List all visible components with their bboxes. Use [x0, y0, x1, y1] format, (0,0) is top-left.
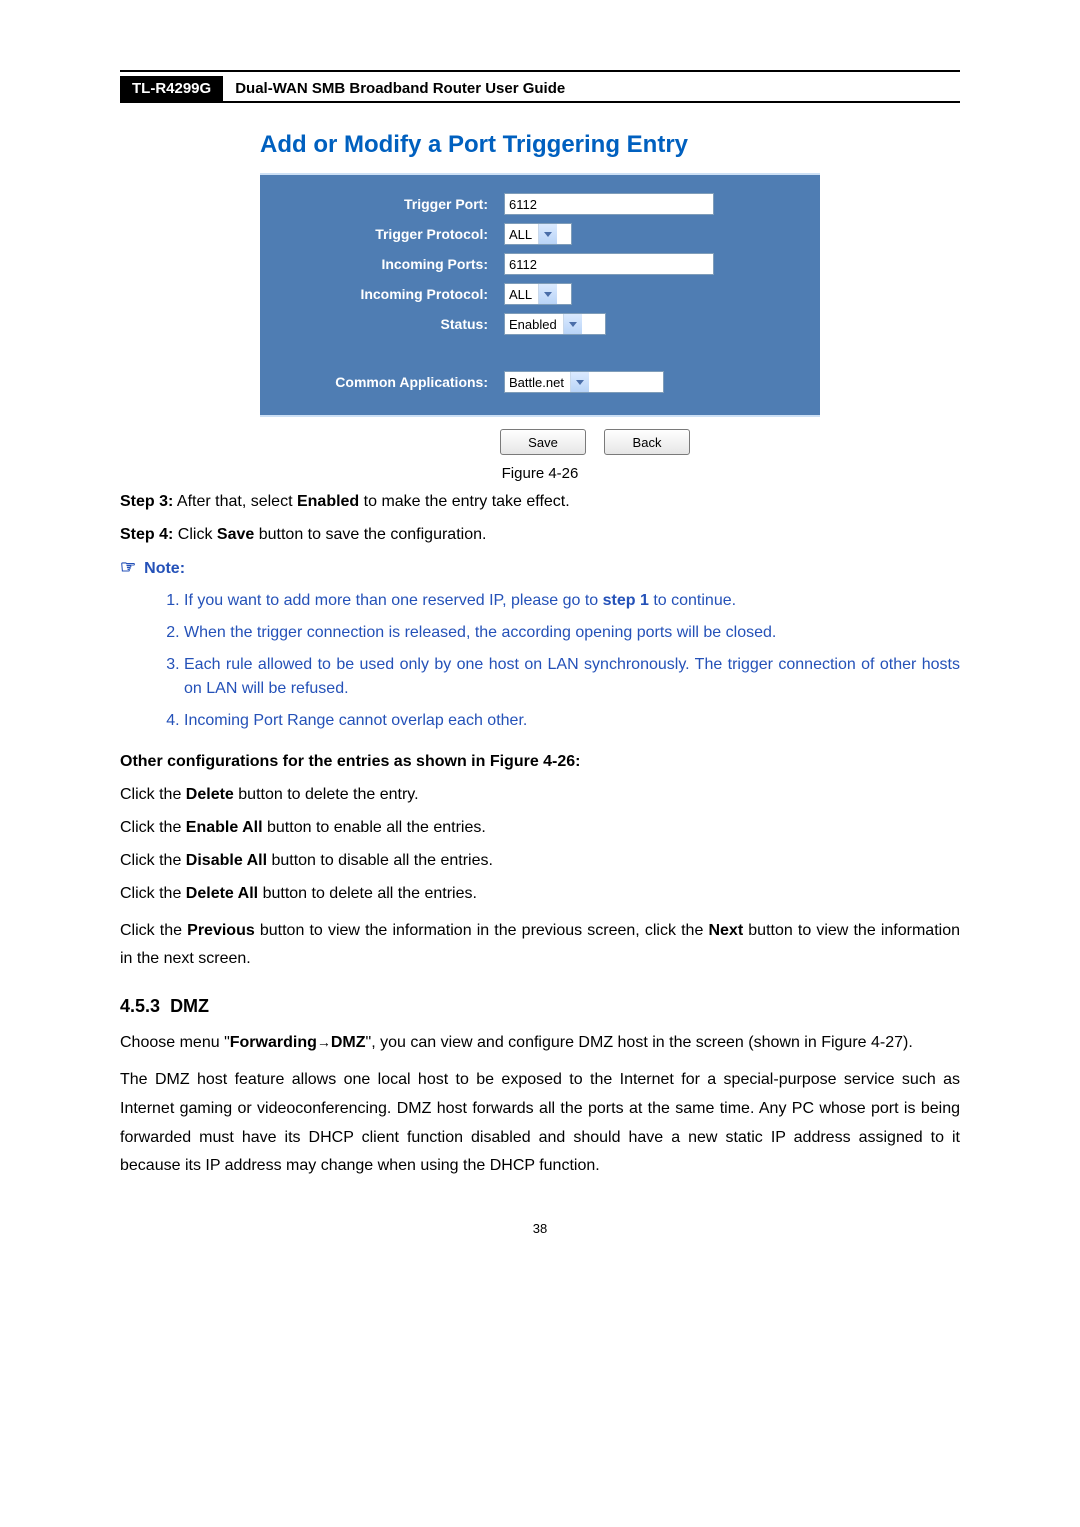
step3-text-b: to make the entry take effect.: [359, 493, 569, 510]
step4-text-b: button to save the configuration.: [254, 526, 486, 543]
header-title: Dual-WAN SMB Broadband Router User Guide: [223, 76, 577, 101]
incoming-protocol-label: Incoming Protocol:: [278, 286, 504, 302]
chevron-down-icon: [570, 372, 589, 392]
chevron-down-icon: [538, 224, 557, 244]
back-button[interactable]: Back: [604, 429, 690, 455]
common-apps-label: Common Applications:: [278, 374, 504, 390]
step3-bold: Enabled: [297, 493, 359, 510]
trigger-protocol-label: Trigger Protocol:: [278, 226, 504, 242]
header-top-rule: [120, 70, 960, 72]
screenshot-button-bar: Save Back: [260, 429, 820, 455]
incoming-ports-input[interactable]: [504, 253, 714, 275]
header-bar: TL-R4299G Dual-WAN SMB Broadband Router …: [120, 76, 960, 103]
trigger-port-label: Trigger Port:: [278, 196, 504, 212]
section-para-2: The DMZ host feature allows one local ho…: [120, 1066, 960, 1181]
other-config-heading: Other configurations for the entries as …: [120, 753, 960, 771]
page-number: 38: [120, 1221, 960, 1236]
step4-label: Step 4:: [120, 526, 173, 543]
note-label: Note:: [144, 560, 185, 578]
figure-caption: Figure 4-26: [120, 465, 960, 482]
screenshot-form: Trigger Port: Trigger Protocol: ALL Inco…: [260, 173, 820, 417]
status-select[interactable]: Enabled: [504, 313, 606, 335]
section-title: DMZ: [170, 996, 209, 1016]
section-number: 4.5.3: [120, 996, 160, 1016]
step3-text-a: After that, select: [173, 493, 297, 510]
trigger-protocol-select[interactable]: ALL: [504, 223, 572, 245]
chevron-down-icon: [538, 284, 557, 304]
note-item-4: Incoming Port Range cannot overlap each …: [184, 709, 960, 733]
status-label: Status:: [278, 316, 504, 332]
section-heading: 4.5.3 DMZ: [120, 996, 960, 1017]
save-button[interactable]: Save: [500, 429, 586, 455]
step4-bold: Save: [217, 526, 254, 543]
other-config-lines: Click the Delete button to delete the en…: [120, 781, 960, 974]
trigger-protocol-value: ALL: [509, 227, 532, 242]
note-item-1: If you want to add more than one reserve…: [184, 589, 960, 613]
note-header: ☞ Note:: [120, 558, 960, 579]
note-item-3: Each rule allowed to be used only by one…: [184, 653, 960, 701]
common-apps-select[interactable]: Battle.net: [504, 371, 664, 393]
common-apps-value: Battle.net: [509, 375, 564, 390]
screenshot-panel: Add or Modify a Port Triggering Entry Tr…: [260, 123, 820, 455]
screenshot-title: Add or Modify a Port Triggering Entry: [260, 123, 820, 173]
note-item-2: When the trigger connection is released,…: [184, 621, 960, 645]
step4-text-a: Click: [173, 526, 217, 543]
document-page: TL-R4299G Dual-WAN SMB Broadband Router …: [0, 0, 1080, 1527]
section-para-1: Choose menu "Forwarding→DMZ", you can vi…: [120, 1029, 960, 1058]
steps-block: Step 3: After that, select Enabled to ma…: [120, 490, 960, 546]
incoming-protocol-value: ALL: [509, 287, 532, 302]
header-model: TL-R4299G: [120, 76, 223, 101]
arrow-icon: →: [317, 1034, 331, 1050]
incoming-ports-label: Incoming Ports:: [278, 256, 504, 272]
note-list: If you want to add more than one reserve…: [120, 589, 960, 733]
status-value: Enabled: [509, 317, 557, 332]
step3-label: Step 3:: [120, 493, 173, 510]
trigger-port-input[interactable]: [504, 193, 714, 215]
chevron-down-icon: [563, 314, 582, 334]
incoming-protocol-select[interactable]: ALL: [504, 283, 572, 305]
pointing-hand-icon: ☞: [120, 557, 136, 578]
